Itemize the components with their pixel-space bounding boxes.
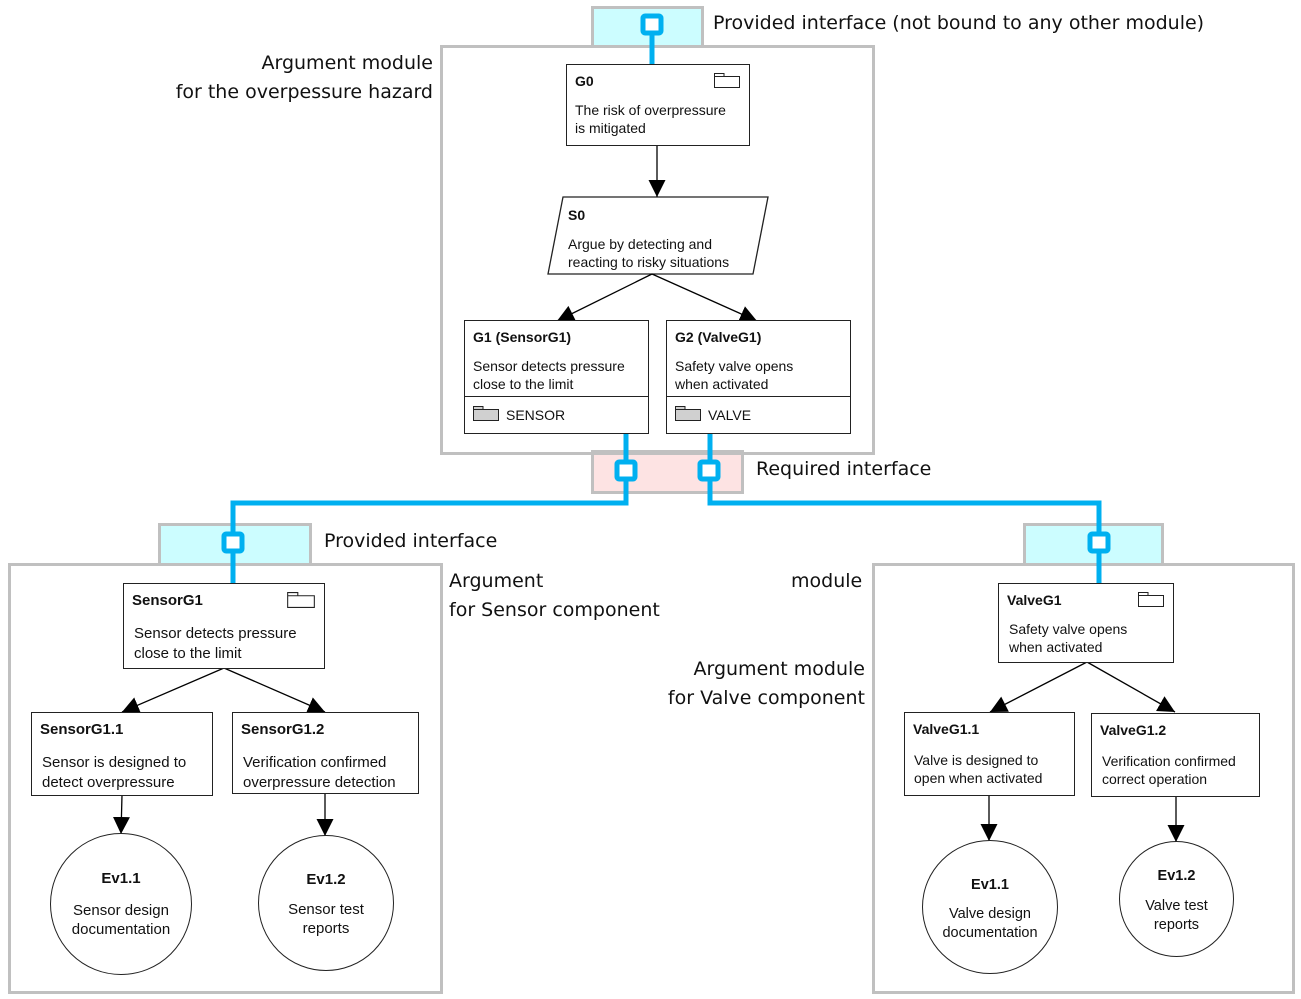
- goal-sensorg1-1-text: Sensor is designed to detect overpressur…: [42, 754, 187, 791]
- goal-g1-module-ref[interactable]: SENSOR: [465, 396, 648, 433]
- stray-module-caption: module: [791, 570, 863, 592]
- sensor-module-caption: Argument for Sensor component: [449, 567, 660, 625]
- goal-valveg1-id: ValveG1: [1007, 592, 1062, 608]
- goal-g2-text: Safety valve opens when activated: [675, 358, 794, 392]
- evidence-sensor-ev1-1[interactable]: Ev1.1 Sensor design documentation: [50, 833, 192, 975]
- evidence-valve-ev1-2-text: Valve test reports: [1145, 898, 1208, 933]
- goal-g1-text: Sensor detects pressure close to the lim…: [473, 358, 625, 392]
- goal-g2-module-ref-label: VALVE: [708, 407, 752, 423]
- evidence-valve-ev1-2-id: Ev1.2: [1157, 868, 1196, 884]
- evidence-valve-ev1-1[interactable]: Ev1.1 Valve design documentation: [922, 840, 1058, 974]
- goal-g2-id: G2 (ValveG1): [675, 329, 762, 345]
- sensor-provided-interface-box: [158, 523, 312, 566]
- required-interface-caption: Required interface: [756, 458, 932, 480]
- strategy-s0-id: S0: [568, 207, 586, 223]
- goal-sensorg1-1[interactable]: SensorG1.1 Sensor is designed to detect …: [31, 712, 213, 796]
- top-provided-interface-caption: Provided interface (not bound to any oth…: [713, 12, 1205, 34]
- module-folder-icon: [714, 73, 740, 88]
- goal-g0-id: G0: [575, 73, 594, 89]
- goal-valveg1-2[interactable]: ValveG1.2 Verification confirmed correct…: [1091, 713, 1260, 797]
- goal-g1-id: G1 (SensorG1): [473, 329, 572, 345]
- goal-g1[interactable]: G1 (SensorG1) Sensor detects pressure cl…: [464, 320, 649, 434]
- goal-g2[interactable]: G2 (ValveG1) Safety valve opens when act…: [666, 320, 851, 434]
- goal-valveg1-1-id: ValveG1.1: [913, 721, 980, 737]
- goal-sensorg1-2-id: SensorG1.2: [241, 721, 325, 738]
- top-provided-interface-box: [591, 6, 704, 48]
- evidence-valve-ev1-1-text: Valve design documentation: [942, 906, 1038, 941]
- goal-sensorg1[interactable]: SensorG1 Sensor detects pressure close t…: [123, 583, 325, 669]
- valve-provided-interface-box: [1023, 523, 1164, 566]
- goal-valveg1[interactable]: ValveG1 Safety valve opens when activate…: [998, 583, 1174, 663]
- module-folder-icon: [287, 592, 315, 608]
- goal-valveg1-2-text: Verification confirmed correct operation: [1102, 753, 1236, 787]
- goal-sensorg1-id: SensorG1: [132, 592, 203, 609]
- goal-valveg1-1-text: Valve is designed to open when activated: [914, 752, 1043, 786]
- goal-sensorg1-text: Sensor detects pressure close to the lim…: [134, 625, 297, 662]
- module-folder-icon: [1138, 592, 1164, 607]
- evidence-sensor-ev1-2-text: Sensor test reports: [288, 901, 364, 937]
- required-interface-box: [591, 450, 744, 494]
- sensor-module-caption-line1: Argument: [449, 570, 544, 592]
- goal-g2-module-ref[interactable]: VALVE: [667, 396, 850, 433]
- goal-valveg1-2-id: ValveG1.2: [1100, 722, 1167, 738]
- goal-sensorg1-2-text: Verification confirmed overpressure dete…: [243, 754, 396, 791]
- sensor-module-caption-line2: for Sensor component: [449, 599, 660, 621]
- evidence-sensor-ev1-2-id: Ev1.2: [306, 871, 346, 888]
- evidence-valve-ev1-1-id: Ev1.1: [971, 877, 1009, 893]
- goal-sensorg1-2[interactable]: SensorG1.2 Verification confirmed overpr…: [232, 712, 419, 794]
- valve-module-caption-line1: Argument module: [693, 658, 865, 680]
- goal-g0[interactable]: G0 The risk of overpressure is mitigated: [566, 64, 750, 146]
- goal-g0-text: The risk of overpressure is mitigated: [575, 102, 726, 136]
- sensor-provided-interface-caption: Provided interface: [324, 530, 498, 552]
- goal-valveg1-1[interactable]: ValveG1.1 Valve is designed to open when…: [904, 712, 1075, 796]
- evidence-sensor-ev1-1-text: Sensor design documentation: [71, 902, 171, 938]
- goal-sensorg1-1-id: SensorG1.1: [40, 721, 124, 738]
- valve-module-caption-line2: for Valve component: [667, 687, 865, 709]
- evidence-sensor-ev1-1-id: Ev1.1: [101, 870, 141, 887]
- strategy-s0[interactable]: S0 Argue by detecting and reacting to ri…: [568, 207, 729, 271]
- strategy-s0-text: Argue by detecting and reacting to risky…: [568, 236, 730, 270]
- module-folder-icon: [473, 406, 499, 421]
- module-folder-icon: [675, 406, 701, 421]
- goal-g1-module-ref-label: SENSOR: [506, 407, 566, 423]
- goal-valveg1-text: Safety valve opens when activated: [1009, 621, 1128, 655]
- top-module-caption-line2: for the overpessure hazard: [175, 81, 433, 103]
- top-module-caption-line1: Argument module: [261, 52, 433, 74]
- evidence-valve-ev1-2[interactable]: Ev1.2 Valve test reports: [1119, 841, 1234, 957]
- top-module-caption: Argument module for the overpessure haza…: [176, 49, 433, 107]
- valve-module-caption: Argument module for Valve component: [668, 655, 865, 713]
- evidence-sensor-ev1-2[interactable]: Ev1.2 Sensor test reports: [258, 835, 394, 971]
